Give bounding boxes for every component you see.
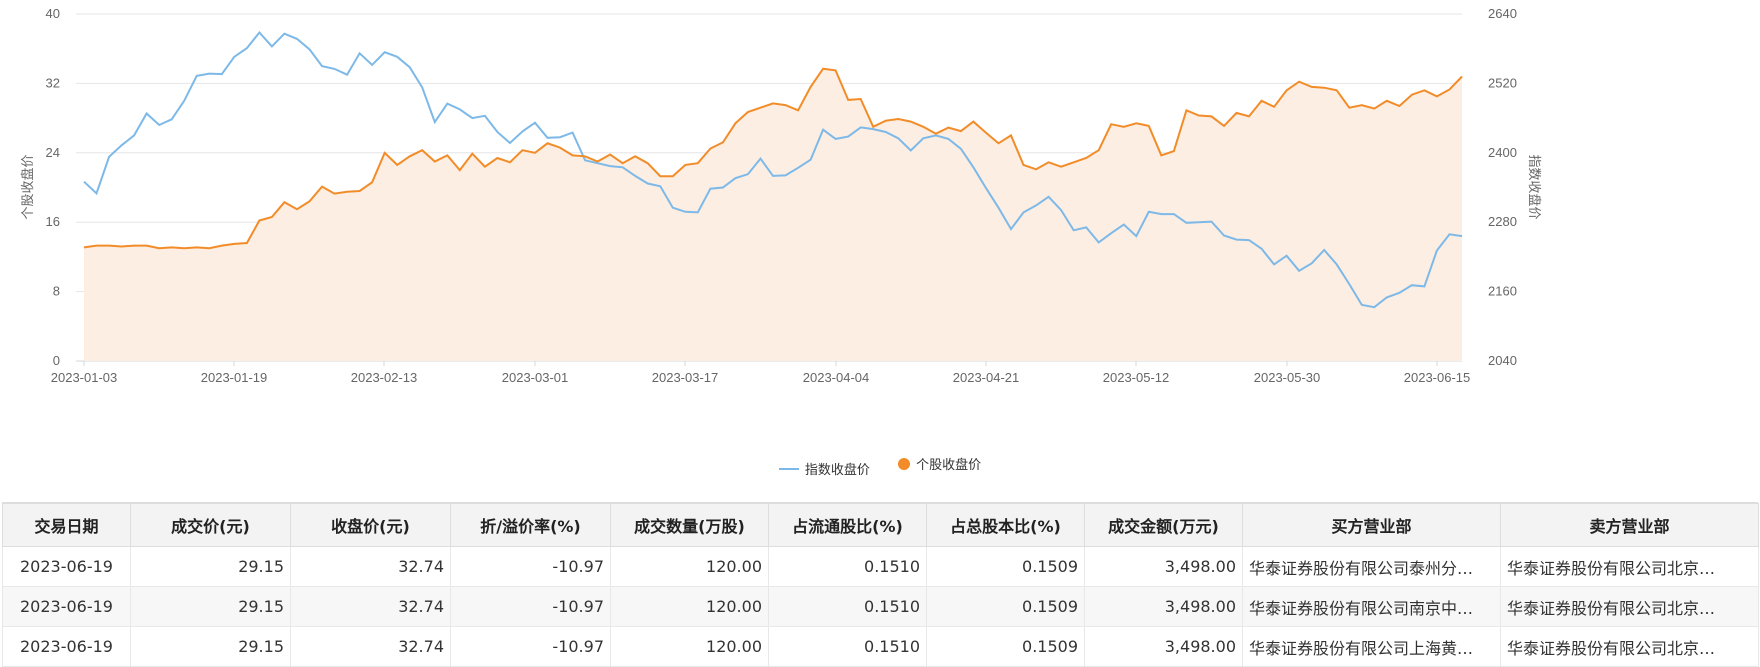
cell-volume: 120.00 xyxy=(610,586,769,627)
cell-total-ratio: 0.1509 xyxy=(926,626,1085,667)
col-float-ratio[interactable]: 占流通股比(%) xyxy=(768,503,927,547)
legend-index[interactable]: 指数收盘价 xyxy=(778,459,870,478)
x-tick-label: 2023-05-12 xyxy=(1103,370,1170,385)
x-tick-label: 2023-03-17 xyxy=(652,370,719,385)
cell-float-ratio: 0.1510 xyxy=(768,546,927,587)
x-tick-label: 2023-01-03 xyxy=(51,370,118,385)
cell-close-price: 32.74 xyxy=(290,626,451,667)
legend-dot-icon xyxy=(898,457,911,470)
cell-buyer: 华泰证券股份有限公司南京中… xyxy=(1242,586,1501,627)
table-row[interactable]: 2023-06-19 29.15 32.74 -10.97 120.00 0.1… xyxy=(2,626,1759,667)
table-header-row: 交易日期 成交价(元) 收盘价(元) 折/溢价率(%) 成交数量(万股) 占流通… xyxy=(2,503,1759,547)
cell-trade-date: 2023-06-19 xyxy=(2,546,131,587)
x-tick-label: 2023-06-15 xyxy=(1404,370,1471,385)
cell-buyer: 华泰证券股份有限公司上海黄… xyxy=(1242,626,1501,667)
cell-premium-rate: -10.97 xyxy=(450,546,611,587)
y-left-tick-label: 32 xyxy=(46,75,60,90)
cell-close-price: 32.74 xyxy=(290,546,451,587)
y-left-axis-title: 个股收盘价 xyxy=(20,154,36,219)
col-buyer[interactable]: 买方营业部 xyxy=(1242,503,1501,547)
cell-premium-rate: -10.97 xyxy=(450,626,611,667)
cell-amount: 3,498.00 xyxy=(1084,626,1243,667)
cell-float-ratio: 0.1510 xyxy=(768,586,927,627)
cell-deal-price: 29.15 xyxy=(130,626,291,667)
y-right-tick-label: 2400 xyxy=(1488,145,1517,160)
legend-stock[interactable]: 个股收盘价 xyxy=(898,454,981,473)
cell-buyer: 华泰证券股份有限公司泰州分… xyxy=(1242,546,1501,587)
cell-volume: 120.00 xyxy=(610,546,769,587)
y-right-tick-label: 2040 xyxy=(1488,353,1517,368)
x-tick-label: 2023-04-04 xyxy=(803,370,870,385)
legend-stock-label: 个股收盘价 xyxy=(916,458,982,473)
cell-float-ratio: 0.1510 xyxy=(768,626,927,667)
cell-amount: 3,498.00 xyxy=(1084,546,1243,587)
table-row[interactable]: 2023-06-19 29.15 32.74 -10.97 120.00 0.1… xyxy=(2,586,1759,627)
col-close-price[interactable]: 收盘价(元) xyxy=(290,503,451,547)
cell-close-price: 32.74 xyxy=(290,586,451,627)
cell-amount: 3,498.00 xyxy=(1084,586,1243,627)
y-left-tick-label: 40 xyxy=(46,6,60,21)
col-volume[interactable]: 成交数量(万股) xyxy=(610,503,769,547)
col-seller[interactable]: 卖方营业部 xyxy=(1500,503,1759,547)
table-row[interactable]: 2023-06-19 29.15 32.74 -10.97 120.00 0.1… xyxy=(2,546,1759,587)
y-left-tick-label: 0 xyxy=(53,353,60,368)
cell-seller: 华泰证券股份有限公司北京… xyxy=(1500,586,1759,627)
legend-line-icon xyxy=(778,467,799,470)
x-tick-label: 2023-04-21 xyxy=(953,370,1020,385)
y-left-tick-label: 24 xyxy=(46,145,60,160)
y-right-tick-label: 2280 xyxy=(1488,214,1517,229)
chart-legend: 指数收盘价 个股收盘价 xyxy=(0,454,1760,478)
price-chart: 0 2040 8 2160 16 2280 24 2400 32 2520 40 2640 个股收盘价指… xyxy=(0,0,1760,490)
cell-deal-price: 29.15 xyxy=(130,586,291,627)
cell-trade-date: 2023-06-19 xyxy=(2,626,131,667)
cell-deal-price: 29.15 xyxy=(130,546,291,587)
cell-total-ratio: 0.1509 xyxy=(926,546,1085,587)
cell-volume: 120.00 xyxy=(610,626,769,667)
cell-seller: 华泰证券股份有限公司北京… xyxy=(1500,546,1759,587)
cell-trade-date: 2023-06-19 xyxy=(2,586,131,627)
x-tick-label: 2023-05-30 xyxy=(1254,370,1321,385)
stock-area-fill xyxy=(84,68,1462,361)
col-total-ratio[interactable]: 占总股本比(%) xyxy=(926,503,1085,547)
cell-seller: 华泰证券股份有限公司北京… xyxy=(1500,626,1759,667)
data-table: 交易日期 成交价(元) 收盘价(元) 折/溢价率(%) 成交数量(万股) 占流通… xyxy=(2,503,1759,667)
y-right-tick-label: 2520 xyxy=(1488,75,1517,90)
cell-premium-rate: -10.97 xyxy=(450,586,611,627)
x-tick-label: 2023-03-01 xyxy=(502,370,569,385)
y-right-axis-title: 指数收盘价 xyxy=(1526,154,1542,219)
col-trade-date[interactable]: 交易日期 xyxy=(2,503,131,547)
y-right-tick-label: 2160 xyxy=(1488,284,1517,299)
x-tick-label: 2023-02-13 xyxy=(351,370,418,385)
y-right-tick-label: 2640 xyxy=(1488,6,1517,21)
block-trade-table: 交易日期 成交价(元) 收盘价(元) 折/溢价率(%) 成交数量(万股) 占流通… xyxy=(2,502,1759,667)
chart-svg: 0 2040 8 2160 16 2280 24 2400 32 2520 40 2640 个股收盘价 指… xyxy=(20,6,1542,385)
legend-index-label: 指数收盘价 xyxy=(804,463,870,478)
cell-total-ratio: 0.1509 xyxy=(926,586,1085,627)
x-tick-label: 2023-01-19 xyxy=(201,370,268,385)
col-premium-rate[interactable]: 折/溢价率(%) xyxy=(450,503,611,547)
y-left-tick-label: 16 xyxy=(46,214,60,229)
col-amount[interactable]: 成交金额(万元) xyxy=(1084,503,1243,547)
col-deal-price[interactable]: 成交价(元) xyxy=(130,503,291,547)
y-left-tick-label: 8 xyxy=(53,284,60,299)
